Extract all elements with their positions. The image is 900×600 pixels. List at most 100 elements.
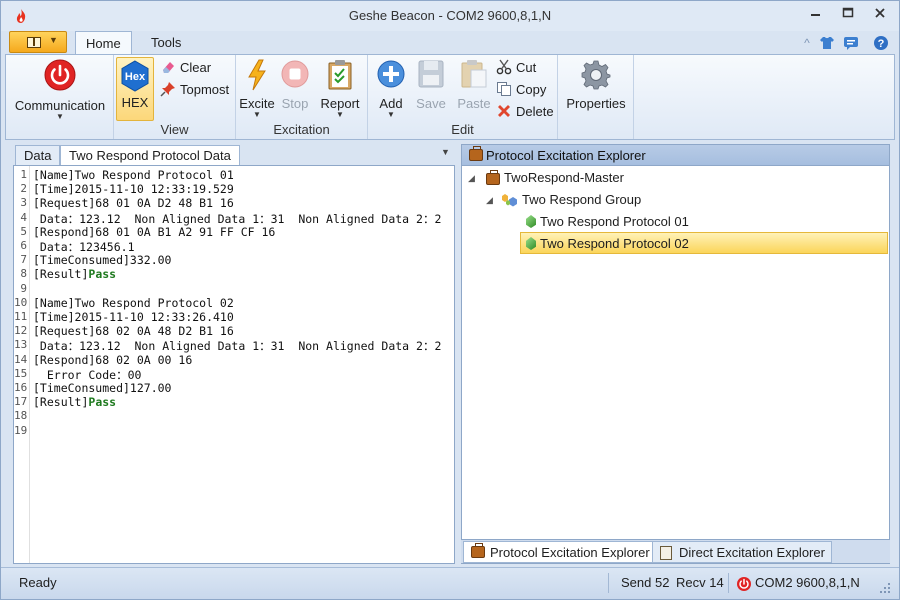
lightning-icon [248, 59, 266, 91]
editor-line-text: [Name]Two Respond Protocol 01 [33, 168, 234, 182]
title-bar: Geshe Beacon - COM2 9600,8,1,N [1, 1, 899, 31]
editor-line: [TimeConsumed]332.00 [33, 253, 171, 267]
editor-line-text: [TimeConsumed]127.00 [33, 381, 172, 395]
line-number: 9 [20, 281, 27, 295]
ribbon-group-edit: Add ▼ Save Paste Cut Copy Delete Edit [368, 55, 558, 139]
result-pass: Pass [88, 395, 117, 410]
line-number-gutter: 1 2 3 4 5 6 7 8 9 10 11 12 13 14 15 16 17 18 19 [14, 166, 30, 563]
hex-toggle-button[interactable]: Hex HEX [116, 57, 154, 121]
tab-data[interactable]: Data [15, 145, 61, 166]
view-group-label: View [160, 122, 189, 137]
cut-label: Cut [516, 60, 537, 75]
data-editor[interactable]: 1 2 3 4 5 6 7 8 9 10 11 12 13 14 15 16 17 18 19 [Name]Two … [13, 165, 455, 564]
tab-two-respond-protocol-data[interactable]: Two Respond Protocol Data [60, 145, 240, 166]
maximize-icon [842, 7, 854, 18]
chat-icon[interactable] [843, 35, 859, 51]
add-button[interactable]: Add ▼ [372, 59, 410, 119]
help-icon[interactable]: ? [873, 35, 889, 51]
copy-label: Copy [516, 82, 547, 97]
stop-label: Stop [281, 96, 309, 111]
add-icon [377, 60, 405, 88]
ribbon-group-properties: Properties [558, 55, 634, 139]
ribbon: Communication ▼ Hex HEX Clear Topmost Vi… [5, 54, 895, 140]
expanded-triangle-icon[interactable]: ◢ [486, 189, 493, 211]
explorer-header: Protocol Excitation Explorer [462, 145, 889, 166]
chevron-down-icon: ▼ [336, 110, 344, 119]
line-number: 18 [14, 409, 28, 423]
clear-button[interactable]: Clear [160, 58, 211, 78]
tree-node-protocol-02-label: Two Respond Protocol 02 [540, 236, 689, 251]
tree-node-protocol-02[interactable]: Two Respond Protocol 02 [520, 232, 888, 254]
app-window: Geshe Beacon - COM2 9600,8,1,N ▼ Home To… [0, 0, 900, 600]
editor-line: [Name]Two Respond Protocol 01 [33, 168, 234, 182]
close-button[interactable] [871, 7, 889, 23]
editor-line-text: [Request]68 01 0A D2 48 B1 16 [33, 196, 234, 211]
editor-line-text: [TimeConsumed]332.00 [33, 253, 172, 268]
copy-button[interactable]: Copy [496, 80, 546, 100]
delete-button[interactable]: Delete [496, 102, 554, 122]
excite-button[interactable]: Excite ▼ [238, 59, 276, 119]
line-number: 12 [14, 324, 28, 338]
shirt-icon[interactable] [819, 35, 835, 51]
explorer-title: Protocol Excitation Explorer [486, 148, 646, 163]
line-number: 17 [14, 395, 28, 409]
cut-button[interactable]: Cut [496, 58, 536, 78]
stop-button[interactable]: Stop [278, 59, 312, 111]
tab-direct-excitation-explorer[interactable]: Direct Excitation Explorer [652, 541, 832, 563]
save-button[interactable]: Save [412, 59, 450, 111]
power-icon [44, 59, 76, 91]
maximize-button[interactable] [839, 7, 857, 23]
collapse-ribbon-icon[interactable]: ^ [799, 35, 815, 51]
hex-badge-text: Hex [125, 71, 146, 83]
excite-label: Excite [239, 96, 275, 111]
svg-text:?: ? [878, 38, 885, 50]
properties-button[interactable]: Properties [562, 59, 630, 111]
status-separator [728, 573, 729, 593]
scissors-icon [496, 59, 512, 75]
copy-icon [497, 82, 511, 96]
tab-protocol-excitation-explorer[interactable]: Protocol Excitation Explorer [463, 541, 657, 563]
report-button[interactable]: Report ▼ [316, 59, 364, 119]
editor-line: [Respond]68 01 0A B1 A2 91 FF CF 16 [33, 225, 275, 239]
result-pass: Pass [88, 267, 117, 282]
line-number: 8 [20, 267, 27, 281]
communication-label: Communication [14, 98, 106, 113]
briefcase-icon [469, 146, 483, 161]
properties-label: Properties [566, 96, 626, 111]
editor-line-text: Data：123456.1 [33, 240, 135, 254]
editor-line-text: Error Code：00 [33, 367, 142, 382]
line-number: 15 [14, 366, 28, 380]
communication-button[interactable]: Communication ▼ [10, 59, 110, 121]
report-icon [328, 60, 352, 90]
application-menu-button[interactable]: ▼ [9, 31, 67, 53]
line-number: 6 [20, 239, 27, 252]
status-recv: Recv 14 [676, 575, 724, 590]
editor-line-text: [Respond]68 02 0A 00 16 [33, 352, 193, 367]
line-number: 3 [20, 196, 27, 210]
expanded-triangle-icon[interactable]: ◢ [468, 167, 475, 189]
clipboard-icon [660, 546, 672, 560]
paste-button[interactable]: Paste [454, 59, 494, 111]
line-number: 14 [14, 352, 28, 366]
window-title: Geshe Beacon - COM2 9600,8,1,N [348, 8, 552, 23]
add-label: Add [379, 96, 403, 111]
status-separator [608, 573, 609, 593]
tab-home[interactable]: Home [75, 31, 132, 55]
clear-label: Clear [180, 60, 212, 75]
tab-list-chevron-icon[interactable]: ▼ [441, 147, 450, 157]
resize-grip-icon[interactable] [879, 582, 891, 594]
paste-label: Paste [457, 96, 491, 111]
topmost-button[interactable]: Topmost [160, 80, 229, 100]
briefcase-icon [486, 170, 500, 185]
power-icon[interactable] [736, 576, 752, 592]
tree-node-protocol-01[interactable]: Two Respond Protocol 01 [524, 211, 886, 233]
minimize-button[interactable] [807, 7, 825, 23]
briefcase-icon [471, 543, 485, 558]
editor-line-text: [Respond]68 01 0A B1 A2 91 FF CF 16 [33, 224, 276, 239]
editor-line-text: [Time]2015-11-10 12:33:19.529 [33, 182, 234, 197]
status-ready: Ready [19, 575, 57, 590]
editor-line: [Request]68 02 0A 48 D2 B1 16 [33, 324, 234, 338]
editor-line: [Request]68 01 0A D2 48 B1 16 [33, 196, 234, 210]
ribbon-group-view: Hex HEX Clear Topmost View [114, 55, 236, 139]
tab-tools[interactable]: Tools [141, 31, 191, 55]
